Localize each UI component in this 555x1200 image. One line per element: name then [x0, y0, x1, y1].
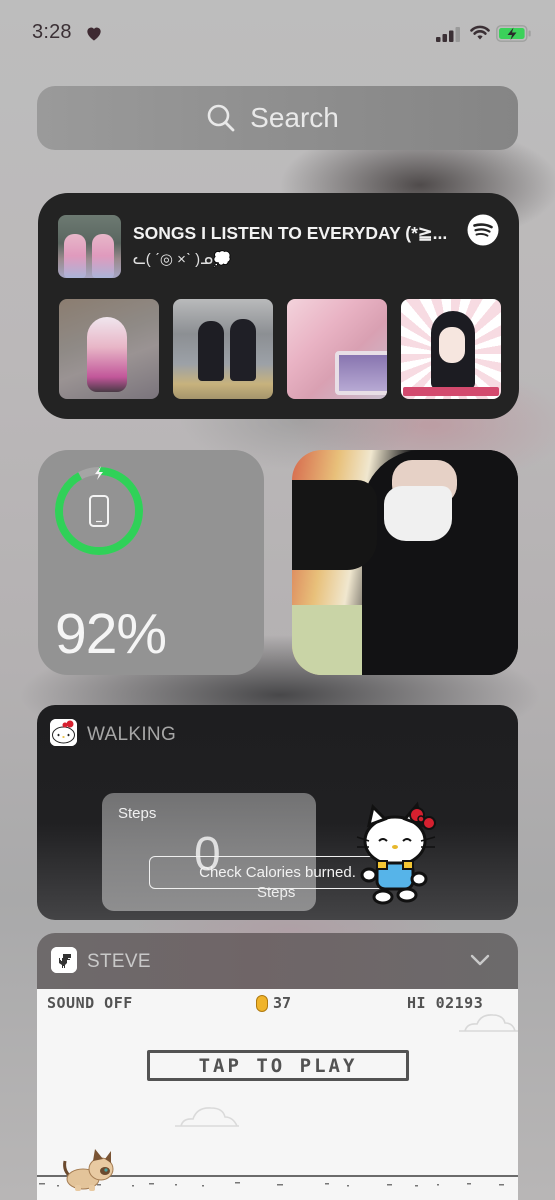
- status-bar: 3:28: [0, 0, 555, 66]
- cellular-signal-icon: [436, 27, 460, 42]
- spotify-logo-icon[interactable]: [467, 214, 499, 246]
- iphone-icon: [89, 495, 109, 527]
- manga-caption: [403, 387, 499, 396]
- hello-kitty-icon: [50, 719, 77, 746]
- cloud-icon: [459, 1014, 518, 1032]
- cloud-icon: [175, 1107, 239, 1127]
- coin-icon: [256, 995, 268, 1012]
- steve-widget[interactable]: STEVE SOUND OFF 37 HI 02193 TAP TO PLAY: [37, 933, 518, 1200]
- dinosaur-icon: [51, 947, 77, 973]
- thumbnail-console[interactable]: [287, 299, 387, 399]
- hello-kitty-character: [356, 801, 436, 905]
- tap-to-play-button[interactable]: TAP TO PLAY: [147, 1050, 409, 1081]
- battery-widget[interactable]: 92%: [38, 450, 264, 675]
- walking-widget[interactable]: WALKING Steps 0 Steps Check Calories bur…: [37, 705, 518, 920]
- chevron-down-icon[interactable]: [470, 953, 490, 967]
- thumbnail-manga[interactable]: [401, 299, 501, 399]
- search-placeholder: Search: [250, 102, 339, 133]
- coin-count: 37: [273, 994, 292, 1012]
- thumbnail-crosswalk[interactable]: [173, 299, 273, 399]
- wifi-icon: [470, 25, 490, 40]
- battery-charging-icon: [496, 25, 531, 42]
- battery-ring: [55, 466, 143, 555]
- search-bar[interactable]: Search: [37, 86, 518, 150]
- playlist-cover-image[interactable]: [58, 215, 121, 278]
- dino-game-area[interactable]: SOUND OFF 37 HI 02193 TAP TO PLAY: [37, 989, 518, 1200]
- photo-widget[interactable]: [292, 450, 518, 675]
- steps-card[interactable]: Steps 0 Steps: [102, 793, 316, 911]
- search-icon: [207, 104, 235, 132]
- thumbnail-motorbike[interactable]: [59, 299, 159, 399]
- battery-percentage: 92%: [55, 602, 167, 666]
- clock-time: 3:28: [32, 21, 72, 43]
- cat-player-sprite[interactable]: [61, 1147, 117, 1193]
- playlist-subtitle: ᓚ( ˊ◎ ×ˋ )ᓄ💭: [133, 251, 232, 268]
- high-score: HI 02193: [407, 994, 484, 1012]
- steps-title: Steps: [118, 805, 157, 822]
- battery-level-arc: [55, 467, 143, 555]
- sound-toggle[interactable]: SOUND OFF: [47, 994, 133, 1012]
- steve-app-name: STEVE: [87, 951, 151, 972]
- spotify-widget[interactable]: SONGS I LISTEN TO EVERYDAY (*≧... ᓚ( ˊ◎ …: [38, 193, 519, 419]
- heart-icon: [87, 27, 101, 41]
- playlist-title[interactable]: SONGS I LISTEN TO EVERYDAY (*≧...: [133, 223, 447, 244]
- walking-app-name: WALKING: [87, 724, 177, 745]
- track-thumbnails: [59, 299, 501, 399]
